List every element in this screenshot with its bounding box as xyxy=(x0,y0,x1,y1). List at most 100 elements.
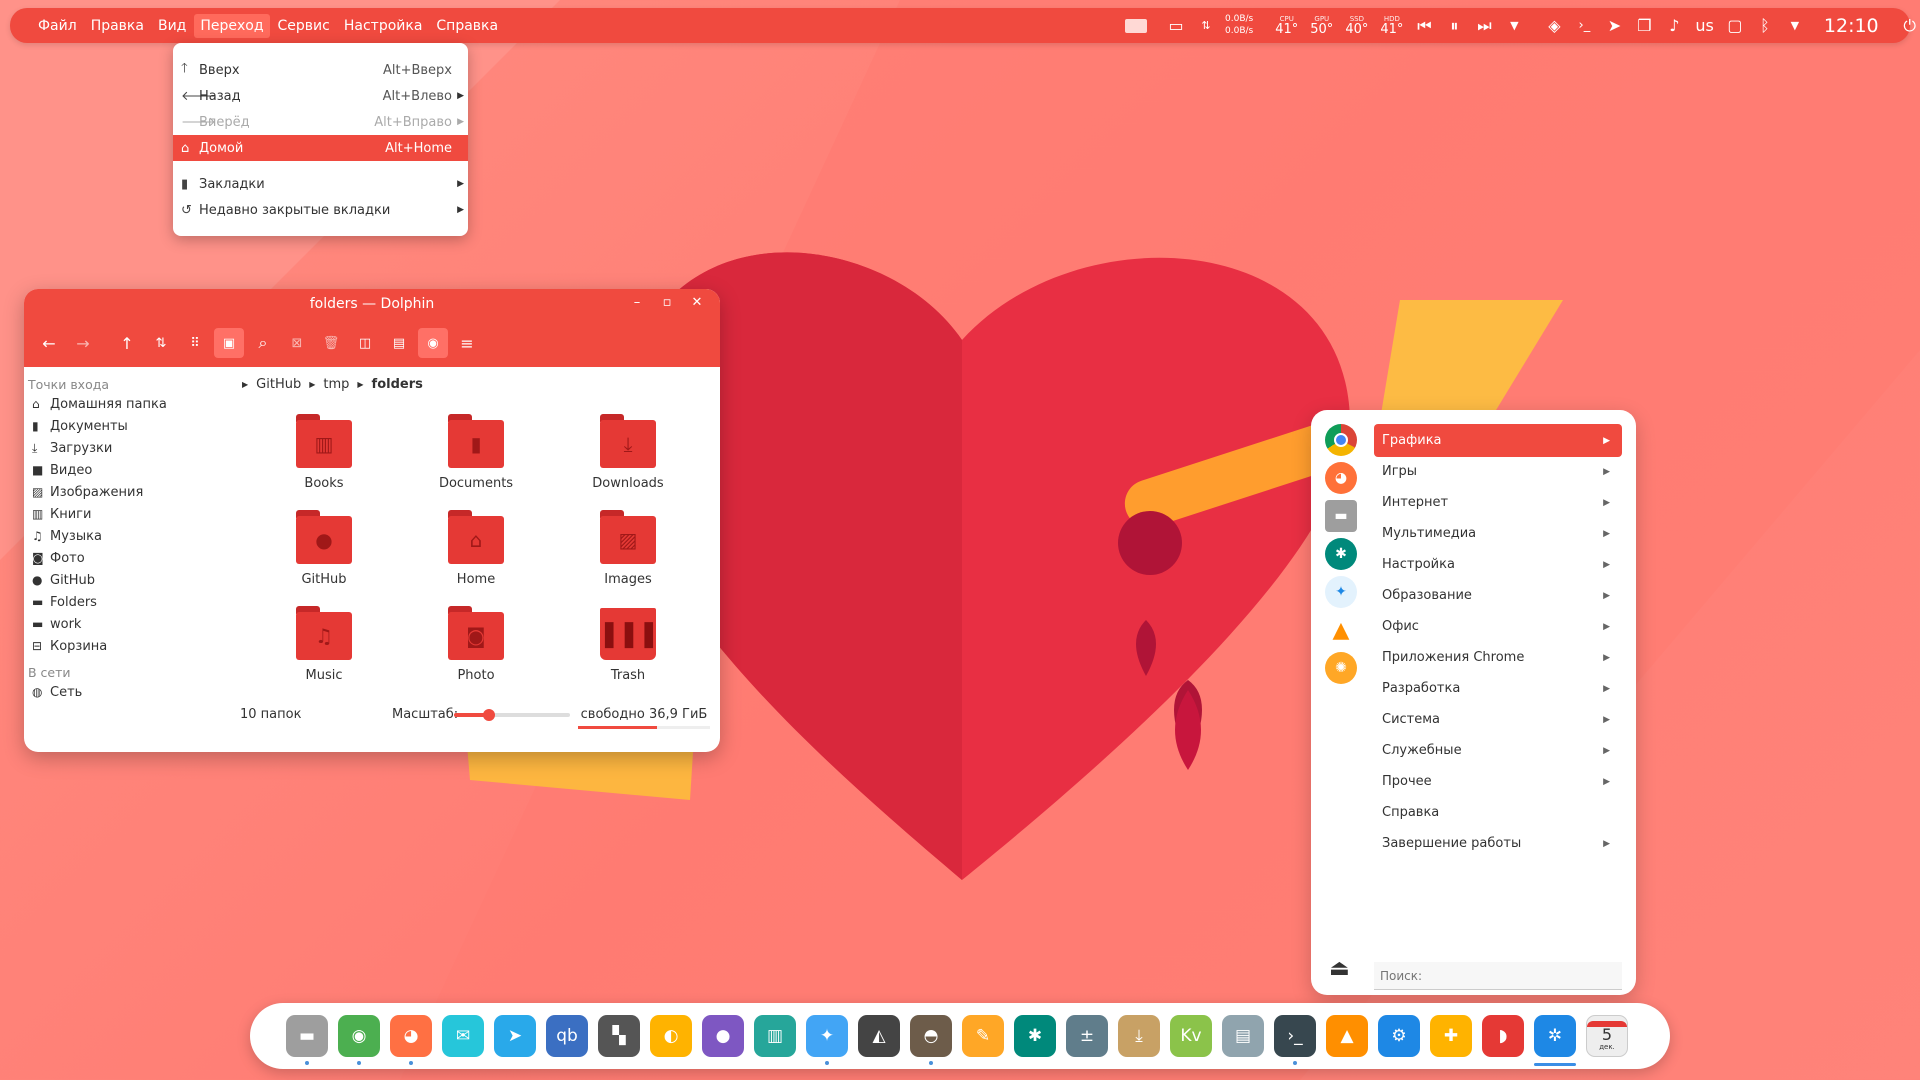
up-button[interactable]: ↑ xyxy=(112,328,142,358)
category-item[interactable]: Настройка ▶ xyxy=(1374,548,1622,581)
maximize-icon[interactable]: ▫ xyxy=(658,295,676,310)
kde-icon[interactable]: ✲ xyxy=(1534,1015,1576,1066)
folder-documents[interactable]: ▮ Documents xyxy=(406,414,546,491)
hamburger-menu-button[interactable]: ≡ xyxy=(452,328,482,358)
system-monitor-icon[interactable]: ▤ xyxy=(1222,1015,1264,1057)
gimp-icon[interactable]: ◓ xyxy=(910,1015,952,1065)
menu-go[interactable]: Переход xyxy=(194,13,270,38)
keyboard-layout[interactable]: us xyxy=(1695,16,1713,35)
folder-images[interactable]: ▨ Images xyxy=(558,510,698,587)
vlc-icon[interactable]: ▲ xyxy=(1326,1015,1368,1057)
zoom-slider[interactable] xyxy=(454,709,570,721)
search-input[interactable] xyxy=(1374,962,1622,990)
category-item[interactable]: Графика ▶ xyxy=(1374,424,1622,457)
menu-item-recently-closed-tabs[interactable]: ↺ Недавно закрытые вкладки ▶ xyxy=(173,197,468,223)
preview-button[interactable]: ▣ xyxy=(214,328,244,358)
folder-downloads[interactable]: ⤓ Downloads xyxy=(558,414,698,491)
calendar-icon[interactable]: 5 дек. xyxy=(1586,1015,1628,1057)
github-icon[interactable]: ● xyxy=(702,1015,744,1057)
menu-help[interactable]: Справка xyxy=(430,14,504,38)
vlc-icon[interactable]: ▲ xyxy=(1325,614,1357,646)
settings-icon[interactable]: ✱ xyxy=(1014,1015,1056,1057)
qbittorrent-icon[interactable]: qb xyxy=(546,1015,588,1057)
color-app-icon[interactable]: ◐ xyxy=(650,1015,692,1057)
monitor-icon[interactable]: ▭ xyxy=(1165,15,1187,37)
folder-github[interactable]: ● GitHub xyxy=(254,510,394,587)
place-books[interactable]: ▥ Книги xyxy=(24,503,224,525)
place-trash[interactable]: ⊟ Корзина xyxy=(24,635,224,657)
category-item[interactable]: Завершение работы ▶ xyxy=(1374,827,1622,860)
category-item[interactable]: Система ▶ xyxy=(1374,703,1622,736)
show-hidden-button[interactable]: ◉ xyxy=(418,328,448,358)
terminal-icon[interactable]: ›_ xyxy=(1274,1015,1316,1065)
files-icon[interactable]: ▬ xyxy=(1325,500,1357,532)
citrus-icon[interactable]: ✺ xyxy=(1325,652,1357,684)
menu-edit[interactable]: Правка xyxy=(85,14,150,38)
tray-expand-icon[interactable]: ▼ xyxy=(1784,15,1806,37)
folder-music[interactable]: ♫ Music xyxy=(254,606,394,683)
telegram-icon[interactable]: ➤ xyxy=(494,1015,536,1057)
category-item[interactable]: Приложения Chrome ▶ xyxy=(1374,641,1622,674)
place-videos[interactable]: ■ Видео xyxy=(24,459,224,481)
place-github[interactable]: ● GitHub xyxy=(24,569,224,591)
terminal-icon[interactable]: ›_ xyxy=(1573,15,1595,37)
minimize-icon[interactable]: – xyxy=(628,295,646,310)
kdeconnect-icon[interactable]: ✦ xyxy=(806,1015,848,1065)
trash-button[interactable]: 🗑 xyxy=(316,328,346,358)
zoom-slider-handle[interactable] xyxy=(482,709,495,721)
color-picker-icon[interactable]: ✎ xyxy=(962,1015,1004,1057)
sort-button[interactable]: ⇅ xyxy=(146,328,176,358)
volume-icon[interactable]: ♪ xyxy=(1663,15,1685,37)
folder-home[interactable]: ⌂ Home xyxy=(406,510,546,587)
kdevelop-icon[interactable]: ⚙ xyxy=(1378,1015,1420,1057)
gamepad-icon[interactable]: ◈ xyxy=(1543,15,1565,37)
icons-view-button[interactable]: ⠿ xyxy=(180,328,210,358)
bluetooth-icon[interactable]: ᛒ xyxy=(1754,15,1776,37)
folder-photo[interactable]: ◙ Photo xyxy=(406,606,546,683)
forward-button[interactable]: → xyxy=(68,328,98,358)
place-photo[interactable]: ◙ Фото xyxy=(24,547,224,569)
category-item[interactable]: Офис ▶ xyxy=(1374,610,1622,643)
search-button[interactable]: ⌕ xyxy=(248,328,278,358)
inkscape-icon[interactable]: ◭ xyxy=(858,1015,900,1057)
games-icon[interactable]: ✚ xyxy=(1430,1015,1472,1057)
place-downloads[interactable]: ⤓ Загрузки xyxy=(24,437,224,459)
delete-button[interactable]: ⊠ xyxy=(282,328,312,358)
desktop-preview-icon[interactable] xyxy=(1125,18,1147,33)
chevron-down-icon[interactable]: ▼ xyxy=(1503,15,1525,37)
notifications-icon[interactable]: ▢ xyxy=(1724,15,1746,37)
trash-item[interactable]: ❚❚❚ Trash xyxy=(558,606,698,683)
back-button[interactable]: ← xyxy=(34,328,64,358)
inkscape-like-icon[interactable]: ▚ xyxy=(598,1015,640,1057)
place-network[interactable]: ◍ Сеть xyxy=(24,681,224,703)
menu-item-bookmarks[interactable]: ▮ Закладки ▶ xyxy=(173,171,468,197)
category-item[interactable]: Разработка ▶ xyxy=(1374,672,1622,705)
place-folders[interactable]: ▬ Folders xyxy=(24,591,224,613)
category-item[interactable]: Справка xyxy=(1374,796,1622,829)
category-item[interactable]: Служебные ▶ xyxy=(1374,734,1622,767)
chrome-icon[interactable]: ◉ xyxy=(338,1015,380,1065)
place-work[interactable]: ▬ work xyxy=(24,613,224,635)
close-icon[interactable]: ✕ xyxy=(688,295,706,310)
power-icon[interactable]: ⏻ xyxy=(1899,15,1920,37)
place-music[interactable]: ♫ Музыка xyxy=(24,525,224,547)
menu-item-up[interactable]: 🡑 Вверх Alt+Вверх xyxy=(173,57,468,83)
chrome-icon[interactable] xyxy=(1325,424,1357,456)
logout-icon[interactable]: ⏏ xyxy=(1329,956,1350,981)
firefox-icon[interactable]: ◕ xyxy=(1325,462,1357,494)
reader-icon[interactable]: ▥ xyxy=(754,1015,796,1057)
kdeconnect-icon[interactable]: ✦ xyxy=(1325,576,1357,608)
menu-tools[interactable]: Сервис xyxy=(272,14,336,38)
ark-icon[interactable]: ⤓ xyxy=(1118,1015,1160,1057)
firefox-icon[interactable]: ◕ xyxy=(390,1015,432,1065)
mail-icon[interactable]: ✉ xyxy=(442,1015,484,1057)
clipboard-icon[interactable]: ❐ xyxy=(1633,15,1655,37)
next-track-icon[interactable]: ⏭ xyxy=(1473,15,1495,37)
split-button[interactable]: ◫ xyxy=(350,328,380,358)
category-item[interactable]: Прочее ▶ xyxy=(1374,765,1622,798)
calculator-icon[interactable]: ± xyxy=(1066,1015,1108,1057)
menu-settings[interactable]: Настройка xyxy=(338,14,429,38)
mailspring-icon[interactable]: ◗ xyxy=(1482,1015,1524,1057)
panel-button[interactable]: ▤ xyxy=(384,328,414,358)
telegram-icon[interactable]: ➤ xyxy=(1603,15,1625,37)
